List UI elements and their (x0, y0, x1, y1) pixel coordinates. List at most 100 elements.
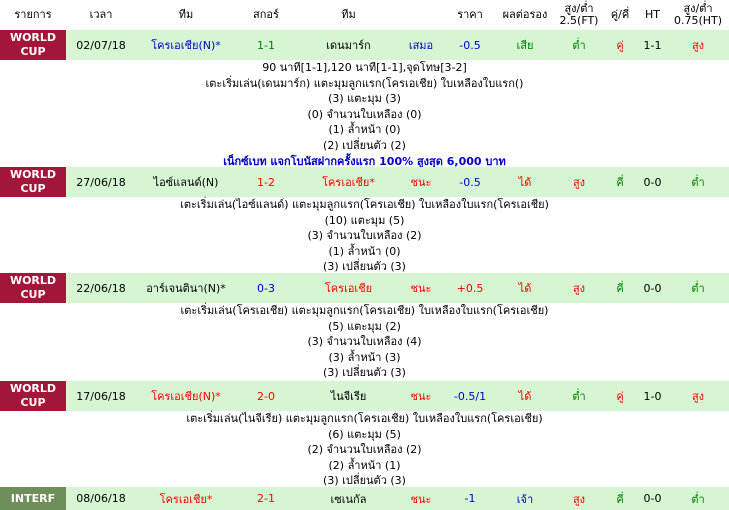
over-under: ต่ำ (572, 39, 586, 52)
handicap-result: ได้ (518, 390, 532, 403)
match-result: ชนะ (410, 282, 432, 295)
half-time-score: 0-0 (643, 281, 662, 295)
detail-line: (3) แตะมุม (3) (328, 92, 401, 106)
home-team-label: โครเอเชีย* (159, 492, 213, 506)
handicap-result: ได้ (518, 282, 532, 295)
odd-even: คู่ (616, 39, 624, 52)
over-under-ht: สูง (691, 39, 705, 52)
detail-line: (1) ล้ำหน้า (0) (328, 244, 401, 258)
match-result: ชนะ (410, 390, 432, 403)
score: 2-0 (257, 389, 275, 403)
over-under: สูง (572, 176, 586, 189)
header-competition: รายการ (14, 8, 52, 21)
detail-line: (3) จำนวนใบเหลือง (4) (307, 335, 422, 349)
score: 1-2 (257, 175, 275, 189)
detail-line: เตะเริ่มเล่น(ไอซ์แลนด์) แตะมุมลูกแรก(โคร… (180, 198, 549, 211)
home-team[interactable]: โครเอเชีย(N)* (136, 30, 236, 60)
detail-line: เตะเริ่มเล่น(ไนจีเรีย) แตะมุมลูกแรก(โครเ… (186, 412, 543, 425)
odds: -0.5/1 (453, 389, 487, 403)
score: 2-1 (257, 492, 275, 505)
odd-even: คี่ (616, 492, 624, 506)
competition-badge: INTERF (0, 487, 66, 510)
detail-line: (3) เปลี่ยนตัว (3) (323, 366, 406, 380)
match-result: เสมอ (408, 38, 434, 52)
detail-line: (0) จำนวนใบเหลือง (0) (307, 107, 422, 121)
header-ht: HT (645, 8, 660, 21)
detail-line: (5) แตะมุม (2) (328, 319, 401, 333)
match-result: ชนะ (410, 176, 432, 189)
header-odds: ราคา (457, 8, 483, 21)
handicap-result: เสีย (516, 39, 534, 52)
detail-line: เตะเริ่มเล่น(โครเอเชีย) แตะมุมลูกแรก(โคร… (180, 304, 549, 317)
detail-line: (2) เปลี่ยนตัว (2) (323, 138, 406, 152)
away-team[interactable]: โครเอเชีย (296, 273, 401, 303)
match-details: เตะเริ่มเล่น(ไอซ์แลนด์) แตะมุมลูกแรก(โคร… (0, 197, 729, 275)
handicap-result: ได้ (518, 176, 532, 189)
header-over-under-ft: สูง/ต่ำ 2.5(FT) (559, 2, 599, 27)
odds: -1 (464, 492, 476, 505)
match-date: 22/06/18 (76, 281, 126, 295)
away-team[interactable]: โครเอเชีย* (296, 167, 401, 197)
match-row[interactable]: WORLD CUP 27/06/18 ไอซ์แลนด์(N) 1-2 โครเ… (0, 167, 729, 197)
match-row[interactable]: WORLD CUP 22/06/18 อาร์เจนตินา(N)* 0-3 โ… (0, 273, 729, 303)
over-under: สูง (572, 492, 586, 506)
half-time-score: 1-1 (643, 38, 662, 52)
competition-badge: WORLD CUP (0, 273, 66, 303)
home-team-label: อาร์เจนตินา(N)* (146, 282, 226, 295)
home-team[interactable]: อาร์เจนตินา(N)* (136, 273, 236, 303)
away-team[interactable]: เดนมาร์ก (296, 30, 401, 60)
over-under-ht: ต่ำ (691, 492, 705, 506)
over-under-ht: สูง (691, 390, 705, 403)
handicap-result: เจ้า (516, 492, 534, 506)
odds: -0.5 (459, 175, 481, 189)
away-team-label: โครเอเชีย (324, 282, 373, 295)
home-team[interactable]: โครเอเชีย* (136, 487, 236, 510)
home-team-label: ไอซ์แลนด์(N) (153, 176, 219, 189)
half-time-score: 1-0 (643, 389, 662, 403)
match-details: เตะเริ่มเล่น(โครเอเชีย) แตะมุมลูกแรก(โคร… (0, 303, 729, 381)
match-row[interactable]: WORLD CUP 17/06/18 โครเอเชีย(N)* 2-0 ไนจ… (0, 381, 729, 411)
detail-line: (10) แตะมุม (5) (324, 213, 405, 227)
detail-line: (1) ล้ำหน้า (0) (328, 123, 401, 137)
header-handicap-result: ผลต่อรอง (502, 8, 548, 21)
header-away-team: ทีม (341, 8, 356, 21)
detail-line: 90 นาที[1-1],120 นาที[1-1],จุดโทษ[3-2] (262, 61, 467, 74)
detail-line: (2) จำนวนใบเหลือง (2) (307, 443, 422, 457)
header-over-under-ht: สูง/ต่ำ 0.75(HT) (673, 2, 723, 27)
detail-line: (6) แตะมุม (5) (328, 427, 401, 441)
match-date: 27/06/18 (76, 175, 126, 189)
half-time-score: 0-0 (643, 175, 662, 189)
odd-even: คี่ (616, 282, 624, 295)
over-under-ht: ต่ำ (691, 282, 705, 295)
odd-even: คู่ (616, 390, 624, 403)
competition-badge: WORLD CUP (0, 381, 66, 411)
detail-line: (2) ล้ำหน้า (1) (328, 458, 401, 472)
over-under: สูง (572, 282, 586, 295)
home-team-label: โครเอเชีย(N)* (151, 390, 221, 403)
header-odd-even: คู่/คี่ (610, 8, 630, 21)
away-team[interactable]: เซเนกัล (296, 487, 401, 510)
home-team[interactable]: โครเอเชีย(N)* (136, 381, 236, 411)
away-team-label: เดนมาร์ก (326, 39, 371, 52)
header-score: สกอร์ (253, 8, 279, 21)
match-row[interactable]: WORLD CUP 02/07/18 โครเอเชีย(N)* 1-1 เดน… (0, 30, 729, 60)
table-header: รายการ เวลา ทีม สกอร์ ทีม ราคา ผลต่อรอง … (0, 0, 729, 30)
half-time-score: 0-0 (643, 492, 662, 505)
match-row[interactable]: INTERF 08/06/18 โครเอเชีย* 2-1 เซเนกัล ช… (0, 487, 729, 510)
over-under: ต่ำ (572, 390, 586, 403)
over-under-ht: ต่ำ (691, 176, 705, 189)
away-team[interactable]: ไนจีเรีย (296, 381, 401, 411)
score: 0-3 (257, 281, 275, 295)
header-home-team: ทีม (178, 8, 194, 21)
detail-line: (3) จำนวนใบเหลือง (2) (307, 229, 422, 243)
competition-badge: WORLD CUP (0, 30, 66, 60)
match-result: ชนะ (410, 492, 432, 506)
header-time: เวลา (89, 8, 113, 21)
odds: -0.5 (459, 38, 481, 52)
match-details: เตะเริ่มเล่น(ไนจีเรีย) แตะมุมลูกแรก(โครเ… (0, 411, 729, 489)
match-date: 08/06/18 (76, 492, 126, 505)
odds: +0.5 (456, 281, 484, 295)
match-date: 17/06/18 (76, 389, 126, 403)
match-details: 90 นาที[1-1],120 นาที[1-1],จุดโทษ[3-2] เ… (0, 60, 729, 169)
home-team[interactable]: ไอซ์แลนด์(N) (136, 167, 236, 197)
